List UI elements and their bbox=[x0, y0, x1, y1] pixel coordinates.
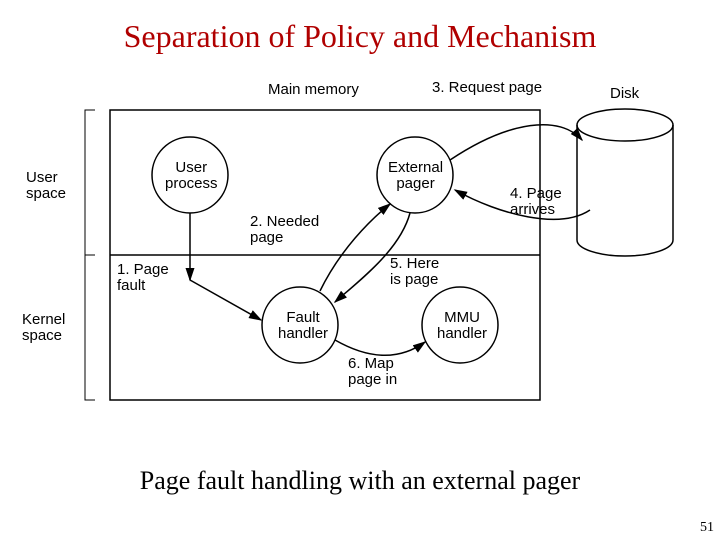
figure-caption: Page fault handling with an external pag… bbox=[0, 466, 720, 496]
step-2: 2. Needed page bbox=[250, 214, 319, 246]
step-5: 5. Here is page bbox=[390, 256, 439, 288]
label-main-memory: Main memory bbox=[268, 82, 359, 98]
step-3: 3. Request page bbox=[432, 80, 542, 96]
label-disk: Disk bbox=[610, 86, 639, 102]
node-user-process: User process bbox=[165, 160, 218, 192]
step-6: 6. Map page in bbox=[348, 356, 397, 388]
page-number: 51 bbox=[700, 520, 714, 536]
label-user-space: User space bbox=[26, 170, 66, 202]
node-external-pager: External pager bbox=[388, 160, 443, 192]
slide-title: Separation of Policy and Mechanism bbox=[0, 0, 720, 55]
diagram: Main memory Disk User space Kernel space… bbox=[0, 80, 720, 420]
step-1: 1. Page fault bbox=[117, 262, 169, 294]
node-fault-handler: Fault handler bbox=[278, 310, 328, 342]
label-kernel-space: Kernel space bbox=[22, 312, 65, 344]
node-mmu-handler: MMU handler bbox=[437, 310, 487, 342]
step-4: 4. Page arrives bbox=[510, 186, 562, 218]
